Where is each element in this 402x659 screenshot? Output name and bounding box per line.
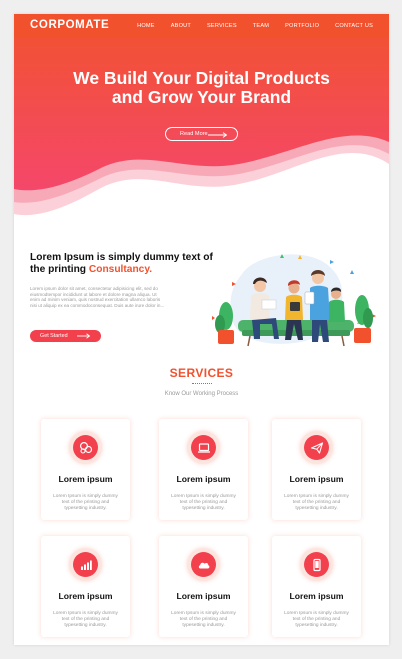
cloud-icon <box>198 562 209 568</box>
service-card-title: Lorem ipsum <box>289 591 344 601</box>
service-icon-badge <box>73 552 98 577</box>
intro-body: Lorem ipsum dolor sit amet, consectetur … <box>30 286 165 308</box>
brand-logo[interactable]: CORPOMATE <box>30 19 109 31</box>
service-icon-ring <box>187 431 220 464</box>
top-navbar: CORPOMATE HOME ABOUT SERVICES TEAM PORTF… <box>14 14 389 38</box>
hero-section: CORPOMATE HOME ABOUT SERVICES TEAM PORTF… <box>14 14 389 229</box>
nav-menu: HOME ABOUT SERVICES TEAM PORTFOLIO CONTA… <box>137 14 389 38</box>
mobile-icon <box>312 558 321 571</box>
hero-title: We Build Your Digital Products and Grow … <box>14 69 389 107</box>
services-title: SERVICES <box>169 366 234 380</box>
landing-page: CORPOMATE HOME ABOUT SERVICES TEAM PORTF… <box>14 14 389 645</box>
service-icon-badge <box>191 435 216 460</box>
laptop-icon <box>197 442 210 453</box>
service-card-desc: Lorem Ipsum is simply dummy text of the … <box>53 494 118 511</box>
nav-item-portfolio[interactable]: PORTFOLIO <box>285 23 319 29</box>
service-icon-ring <box>69 548 102 581</box>
nav-item-team[interactable]: TEAM <box>253 23 269 29</box>
hero-wave-background <box>14 14 389 216</box>
intro-heading-accent: Consultancy. <box>88 264 153 275</box>
service-icon-ring <box>300 431 333 464</box>
service-card[interactable]: Lorem ipsum Lorem Ipsum is simply dummy … <box>272 536 361 637</box>
service-icon-badge <box>191 552 216 577</box>
service-card-desc: Lorem Ipsum is simply dummy text of the … <box>171 611 236 628</box>
service-icon-badge <box>304 435 329 460</box>
nav-item-home[interactable]: HOME <box>137 23 155 29</box>
service-card-desc: Lorem Ipsum is simply dummy text of the … <box>284 494 349 511</box>
service-card-desc: Lorem Ipsum is simply dummy text of the … <box>284 611 349 628</box>
service-card-title: Lorem ipsum <box>289 474 344 484</box>
intro-heading: Lorem Ipsum is simply dummy text of the … <box>30 252 220 276</box>
service-card-title: Lorem ipsum <box>176 591 231 601</box>
service-icon-ring <box>300 548 333 581</box>
paper-plane-icon <box>310 441 323 454</box>
service-card-title: Lorem ipsum <box>58 591 113 601</box>
hero-title-line1: We Build Your Digital Products <box>73 68 330 88</box>
read-more-label: Read More <box>180 131 208 137</box>
service-card[interactable]: Lorem ipsum Lorem Ipsum is simply dummy … <box>159 536 248 637</box>
service-card[interactable]: Lorem ipsum Lorem Ipsum is simply dummy … <box>159 419 248 520</box>
nav-item-services[interactable]: SERVICES <box>207 23 237 29</box>
bubbles-icon <box>79 441 92 454</box>
service-card[interactable]: Lorem ipsum Lorem Ipsum is simply dummy … <box>272 419 361 520</box>
service-card-title: Lorem ipsum <box>176 474 231 484</box>
service-icon-badge <box>304 552 329 577</box>
nav-item-about[interactable]: ABOUT <box>171 23 191 29</box>
service-card[interactable]: Lorem ipsum Lorem Ipsum is simply dummy … <box>41 536 130 637</box>
team-meeting-illustration <box>212 254 376 347</box>
get-started-button[interactable]: Get Started <box>30 330 101 342</box>
hero-title-line2: and Grow Your Brand <box>111 87 292 107</box>
services-title-underline <box>192 383 212 386</box>
service-card-desc: Lorem Ipsum is simply dummy text of the … <box>171 494 236 511</box>
arrow-right-icon <box>77 333 91 339</box>
service-card[interactable]: Lorem ipsum Lorem Ipsum is simply dummy … <box>41 419 130 520</box>
service-card-desc: Lorem Ipsum is simply dummy text of the … <box>53 611 118 628</box>
nav-item-contact[interactable]: CONTACT US <box>335 23 373 29</box>
arrow-right-icon <box>208 132 228 138</box>
read-more-button[interactable]: Read More <box>165 127 238 141</box>
services-subtitle: Know Our Working Process <box>164 391 239 397</box>
service-icon-ring <box>69 431 102 464</box>
service-icon-ring <box>187 548 220 581</box>
get-started-label: Get Started <box>40 333 68 339</box>
service-icon-badge <box>73 435 98 460</box>
bar-chart-icon <box>80 560 92 570</box>
service-card-title: Lorem ipsum <box>58 474 113 484</box>
